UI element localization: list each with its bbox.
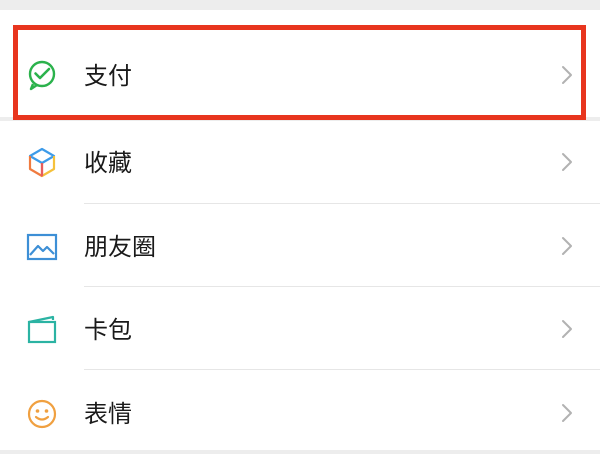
menu-list: 收藏 朋友圈 卡包 表情	[0, 121, 600, 450]
menu-item-label: 支付	[84, 62, 132, 90]
menu-item-label: 收藏	[84, 149, 132, 177]
chevron-right-icon	[562, 404, 572, 422]
menu-item-stickers[interactable]: 表情	[0, 370, 600, 454]
menu-item-label: 表情	[84, 400, 132, 428]
pay-section: 支付	[0, 10, 600, 117]
top-spacer	[0, 0, 600, 10]
chevron-right-icon	[562, 66, 572, 84]
cube-icon	[28, 147, 56, 178]
menu-item-moments[interactable]: 朋友圈	[0, 204, 600, 288]
menu-item-favorites[interactable]: 收藏	[0, 121, 600, 205]
image-icon	[26, 233, 58, 261]
wechat-pay-icon	[28, 60, 56, 91]
chevron-right-icon	[562, 320, 572, 338]
menu-item-label: 朋友圈	[84, 233, 156, 261]
smiley-icon	[27, 399, 57, 429]
menu-item-label: 卡包	[84, 316, 132, 344]
menu-item-card-wallet[interactable]: 卡包	[0, 287, 600, 371]
chevron-right-icon	[562, 237, 572, 255]
card-icon	[27, 315, 57, 344]
menu-item-pay[interactable]: 支付	[0, 33, 600, 117]
chevron-right-icon	[562, 153, 572, 171]
